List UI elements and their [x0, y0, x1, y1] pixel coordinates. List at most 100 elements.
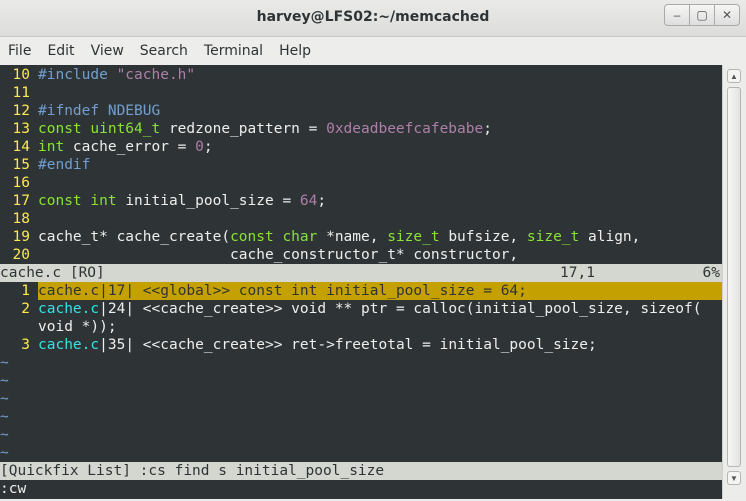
code-token: #ifndef NDEBUG: [38, 103, 161, 119]
line-number: 19: [12, 229, 30, 245]
menu-edit[interactable]: Edit: [39, 43, 82, 59]
code-token: const int: [38, 193, 126, 209]
quickfix-entry[interactable]: cache.c|35| <<cache_create>> ret->freeto…: [38, 337, 597, 353]
command-text: :cw: [0, 481, 27, 497]
line-number: 20: [12, 247, 30, 263]
quickfix-separator: |: [125, 301, 135, 317]
code-token: #include: [38, 67, 117, 83]
line-number: 11: [12, 85, 30, 101]
line-number: 15: [12, 157, 30, 173]
line-number: 14: [12, 139, 30, 155]
quickfix-number: 2: [21, 301, 30, 317]
code-line: 12 #ifndef NDEBUG: [0, 102, 722, 120]
menu-file[interactable]: File: [0, 43, 39, 59]
quickfix-item: 2 cache.c|24| <<cache_create>> void ** pt…: [0, 300, 722, 318]
empty-line: ~: [0, 390, 722, 408]
code-token: 64: [299, 193, 318, 209]
line-number: 13: [12, 121, 30, 137]
line-number: 16: [12, 175, 30, 191]
scroll-down-icon[interactable]: ▼: [727, 471, 741, 485]
tilde-marker: ~: [0, 409, 9, 425]
code-token: align,: [588, 229, 641, 245]
tilde-marker: ~: [0, 373, 9, 389]
code-token: int: [38, 139, 73, 155]
code-token: 0: [195, 139, 204, 155]
code-line: 14 int cache_error = 0;: [0, 138, 722, 156]
quickfix-status-line: [Quickfix List] :cs find s initial_pool_…: [0, 462, 722, 480]
line-number: 17: [12, 193, 30, 209]
code-token: initial_pool_size =: [125, 193, 300, 209]
title-bar[interactable]: harvey@LFS02:~/memcached – ▢ ✕: [0, 0, 746, 37]
menu-search[interactable]: Search: [132, 43, 196, 59]
status-filename: cache.c [RO]: [0, 265, 105, 281]
empty-line: ~: [0, 408, 722, 426]
scroll-up-icon[interactable]: ▲: [727, 69, 741, 83]
editor-status-line: cache.c [RO] 17,1 6%: [0, 264, 722, 282]
code-token: ;: [317, 193, 327, 209]
code-token: size_t: [387, 229, 449, 245]
scrollbar-thumb[interactable]: [727, 87, 741, 467]
window-title: harvey@LFS02:~/memcached: [256, 9, 490, 25]
code-token: cache_t* cache_create(: [38, 229, 231, 245]
quickfix-lnum: 17: [107, 283, 126, 299]
empty-line: ~: [0, 444, 722, 462]
code-token: 0xdeadbeefcafebabe: [326, 121, 484, 137]
code-line: 17 const int initial_pool_size = 64;: [0, 192, 722, 210]
code-token: "cache.h": [116, 67, 196, 83]
empty-line: ~: [0, 354, 722, 372]
quickfix-number: 3: [21, 337, 30, 353]
code-line: 18: [0, 210, 722, 228]
quickfix-item: void *));: [0, 318, 722, 336]
code-line: 13 const uint64_t redzone_pattern = 0xdea…: [0, 120, 722, 138]
menu-view[interactable]: View: [83, 43, 132, 59]
code-line: 11: [0, 84, 722, 102]
window-controls: – ▢ ✕: [664, 4, 740, 26]
tilde-marker: ~: [0, 355, 9, 371]
maximize-button[interactable]: ▢: [689, 4, 715, 26]
code-line: 20 cache_constructor_t* constructor,: [0, 246, 722, 264]
line-number: 10: [12, 67, 30, 83]
quickfix-file: cache.c: [38, 283, 100, 299]
code-line: 15 #endif: [0, 156, 722, 174]
terminal-window: harvey@LFS02:~/memcached – ▢ ✕ File Edit…: [0, 0, 746, 501]
minimize-button[interactable]: –: [664, 4, 690, 26]
menu-help[interactable]: Help: [271, 43, 319, 59]
quickfix-text: <<global>> const int initial_pool_size =…: [134, 283, 527, 299]
empty-line: ~: [0, 426, 722, 444]
quickfix-entry[interactable]: cache.c|24| <<cache_create>> void ** ptr…: [38, 301, 701, 317]
quickfix-entry[interactable]: cache.c|17| <<global>> const int initial…: [38, 282, 722, 300]
status-percent: 6%: [702, 265, 720, 281]
scrollbar[interactable]: ▲ ▼: [722, 65, 746, 499]
command-line: :cw: [0, 480, 722, 498]
code-token: *name,: [326, 229, 388, 245]
terminal-area[interactable]: 10 #include "cache.h" 11 12 #ifndef NDEBUG 13…: [0, 65, 722, 499]
quickfix-lnum: 35: [107, 337, 126, 353]
quickfix-separator: |: [125, 337, 135, 353]
code-line: 10 #include "cache.h": [0, 66, 722, 84]
quickfix-file: cache.c: [38, 301, 100, 317]
close-button[interactable]: ✕: [714, 4, 740, 26]
code-token: redzone_pattern =: [168, 121, 327, 137]
tilde-marker: ~: [0, 445, 9, 461]
quickfix-separator: |: [99, 283, 108, 299]
code-token: size_t: [526, 229, 588, 245]
menu-terminal[interactable]: Terminal: [196, 43, 271, 59]
quickfix-text: <<cache_create>> void ** ptr = calloc(in…: [134, 301, 702, 317]
quickfix-number: 1: [21, 283, 30, 299]
menu-bar: File Edit View Search Terminal Help: [0, 37, 746, 65]
code-line: 19 cache_t* cache_create(const char *name…: [0, 228, 722, 246]
code-token: bufsize,: [448, 229, 527, 245]
code-token: ;: [483, 121, 492, 137]
code-token: const uint64_t: [38, 121, 169, 137]
tilde-marker: ~: [0, 427, 9, 443]
code-token: const char: [230, 229, 327, 245]
quickfix-separator: |: [125, 283, 135, 299]
code-line: 16: [0, 174, 722, 192]
line-number: 12: [12, 103, 30, 119]
empty-line: ~: [0, 372, 722, 390]
code-token: #endif: [38, 157, 91, 173]
status-cursor-position: 17,1: [560, 265, 595, 281]
quickfix-item: 3 cache.c|35| <<cache_create>> ret->freet…: [0, 336, 722, 354]
code-token: cache_constructor_t* constructor,: [38, 247, 519, 263]
code-token: ;: [203, 139, 213, 155]
